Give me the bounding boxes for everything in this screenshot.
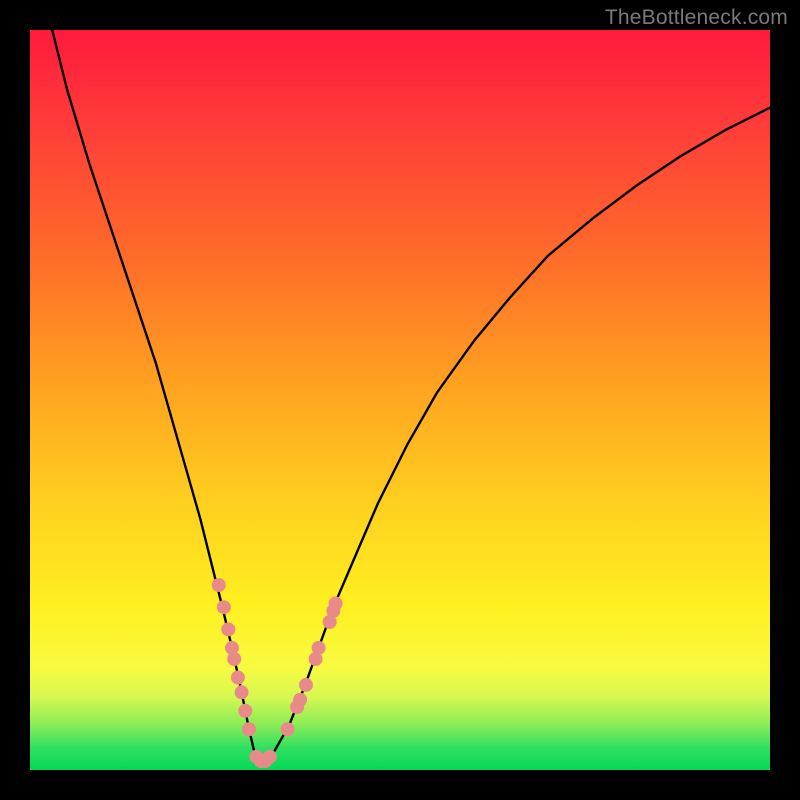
highlight-point	[231, 671, 245, 685]
highlight-point	[299, 678, 313, 692]
outer-frame: TheBottleneck.com	[0, 0, 800, 800]
highlight-point	[235, 685, 249, 699]
watermark-text: TheBottleneck.com	[605, 6, 788, 30]
highlight-point	[227, 652, 241, 666]
highlight-point	[217, 600, 231, 614]
chart-overlay	[30, 30, 770, 770]
plot-area	[30, 30, 770, 770]
highlight-point	[293, 693, 307, 707]
highlight-points	[212, 578, 343, 768]
highlight-point	[281, 722, 295, 736]
highlight-point	[312, 641, 326, 655]
highlight-point	[221, 622, 235, 636]
highlight-point	[263, 750, 277, 764]
highlight-point	[238, 704, 252, 718]
highlight-point	[212, 578, 226, 592]
highlight-point	[242, 722, 256, 736]
highlight-point	[329, 597, 343, 611]
bottleneck-curve	[52, 30, 770, 763]
